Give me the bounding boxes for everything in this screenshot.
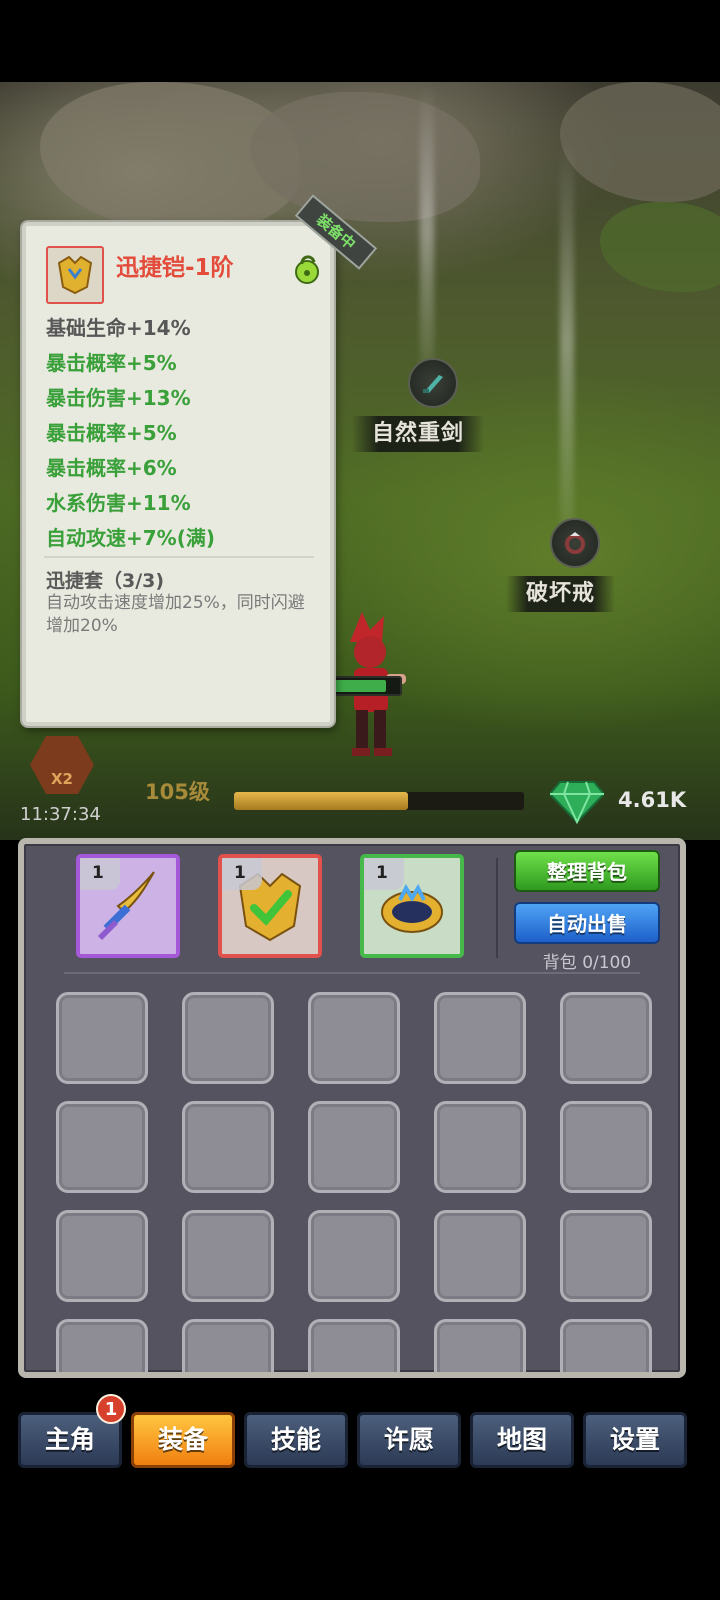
inventory-panel: 1 1 1 整理背包 自动出售 背包 0/100 [18,838,686,1378]
item-level: 1 [80,858,120,890]
gem-count: 4.61K [618,788,687,812]
golden-armor-icon [46,246,104,304]
bag-slot[interactable] [308,1319,400,1372]
bag-slot[interactable] [182,992,274,1084]
light-beam [420,82,434,382]
light-beam [560,142,574,542]
bush [600,202,720,292]
bag-slot[interactable] [434,1101,526,1193]
equipped-weapon-slot[interactable]: 1 [76,854,180,958]
bag-slot[interactable] [434,1319,526,1372]
bag-slot[interactable] [308,1210,400,1302]
bag-slot[interactable] [56,1101,148,1193]
nav-wish[interactable]: 许愿 [357,1412,461,1468]
bag-slot[interactable] [182,1101,274,1193]
bag-slot[interactable] [56,992,148,1084]
divider [44,556,314,558]
nav-settings[interactable]: 设置 [583,1412,687,1468]
clock: 11:37:34 [20,804,101,825]
divider [64,972,640,974]
divider [496,858,498,958]
greatsword-icon[interactable] [408,358,458,408]
set-name: 迅捷套（3/3) [46,570,165,592]
bag-slot[interactable] [308,992,400,1084]
bag-slot[interactable] [56,1210,148,1302]
ring-icon[interactable] [550,518,600,568]
auto-sell-button[interactable]: 自动出售 [514,902,660,944]
sort-bag-button[interactable]: 整理背包 [514,850,660,892]
base-stat: 基础生命+14% [46,316,191,340]
item-level: 1 [364,858,404,890]
bonus-stat: 暴击概率+6% [46,456,177,480]
bag-slot[interactable] [434,1210,526,1302]
equipped-ring-slot[interactable]: 1 [360,854,464,958]
bonus-stat: 暴击概率+5% [46,421,177,445]
bag-slot[interactable] [56,1319,148,1372]
item-level: 1 [222,858,262,890]
drop-label-ring[interactable]: 破坏戒 [506,576,616,612]
bag-slot[interactable] [308,1101,400,1193]
bag-slot[interactable] [434,992,526,1084]
set-description: 自动攻击速度增加25%，同时闪避增加20% [46,593,305,636]
notification-badge: 1 [96,1394,126,1424]
player-level: 105级 [145,780,210,804]
bag-slot[interactable] [182,1210,274,1302]
nav-equipment[interactable]: 装备 [131,1412,235,1468]
bonus-stat: 水系伤害+11% [46,491,191,515]
xp-bar [234,792,524,810]
equipped-armor-slot[interactable]: 1 [218,854,322,958]
nav-skills[interactable]: 技能 [244,1412,348,1468]
drop-label-greatsword[interactable]: 自然重剑 [352,416,485,452]
bag-slot[interactable] [560,1101,652,1193]
bonus-stat: 暴击伤害+13% [46,386,191,410]
lock-icon[interactable] [292,254,322,284]
bag-slot[interactable] [560,1210,652,1302]
bonus-stat: 自动攻速+7%(满) [46,526,215,550]
bag-slot[interactable] [560,1319,652,1372]
gem-icon [550,781,604,824]
bonus-stat: 暴击概率+5% [46,351,177,375]
xp-fill [234,792,408,810]
bag-slot[interactable] [182,1319,274,1372]
bag-slot[interactable] [560,992,652,1084]
bag-capacity: 背包 0/100 [542,953,632,973]
nav-map[interactable]: 地图 [470,1412,574,1468]
multiplier-text: X2 [50,770,73,788]
rock [560,82,720,202]
item-title: 迅捷铠-1阶 [116,255,234,281]
item-tooltip: 迅捷铠-1阶 装备中 基础生命+14% 暴击概率+5% 暴击伤害+13% 暴击概… [22,194,378,726]
